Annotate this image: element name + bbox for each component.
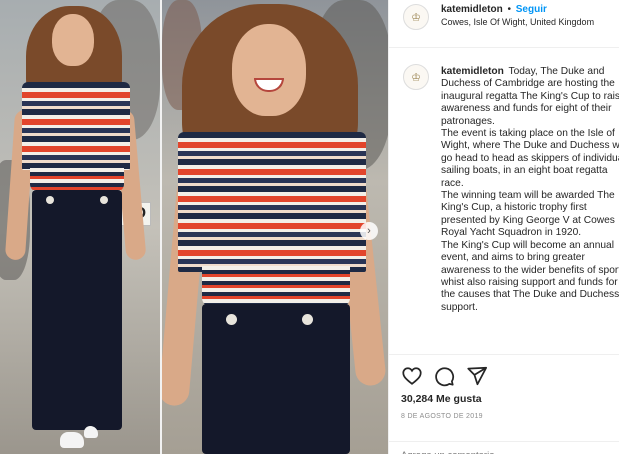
post-sidebar: ♔ katemidleton • Seguir Cowes, Isle Of W… [388,0,619,454]
next-image-button[interactable]: › [360,222,378,240]
caption-text: katemidleton Today, The Duke and Duchess… [441,66,619,314]
caption-paragraph: The event is taking place on the Isle of… [441,128,619,189]
post-header: ♔ katemidleton • Seguir Cowes, Isle Of W… [389,0,619,48]
sneaker [84,426,98,438]
crest-logo-icon[interactable]: ♔ [403,64,429,90]
peplum [30,168,124,192]
trousers [202,304,350,454]
trousers [32,190,122,430]
crest-logo-icon[interactable]: ♔ [403,4,429,30]
comment-area [389,441,619,454]
comment-icon[interactable] [433,365,455,387]
sneaker [60,432,84,448]
face [232,24,306,116]
face [52,14,94,66]
button-detail [46,196,54,204]
post-photo[interactable]: AD L › [0,0,388,454]
send-icon[interactable] [466,365,488,387]
striped-top [178,132,366,272]
photo-left-panel: AD [0,0,160,454]
heart-icon[interactable] [401,365,423,387]
caption-paragraph: The winning team will be awarded The Kin… [441,190,615,239]
header-user-line: katemidleton • Seguir [441,4,547,15]
header-username[interactable]: katemidleton [441,4,503,15]
caption-paragraph: The King's Cup will become an annual eve… [441,239,619,313]
follow-button[interactable]: Seguir [516,4,547,15]
action-bar: 30,284 Me gusta 8 DE AGOSTO DE 2019 [389,354,619,454]
striped-top [22,82,130,170]
separator: • [507,4,511,15]
location-link[interactable]: Cowes, Isle Of Wight, United Kingdom [441,17,594,27]
button-detail [302,314,313,325]
button-detail [100,196,108,204]
comment-input[interactable] [401,450,601,454]
chevron-right-icon: › [367,225,371,237]
like-count[interactable]: 30,284 Me gusta [401,393,482,405]
caption-section: ♔ katemidleton Today, The Duke and Duche… [389,60,619,353]
button-detail [226,314,237,325]
photo-right-panel: L [162,0,388,454]
caption-paragraph: katemidleton Today, The Duke and Duchess… [441,66,619,128]
post-date[interactable]: 8 DE AGOSTO DE 2019 [401,413,483,420]
peplum [202,266,350,306]
caption-username[interactable]: katemidleton [441,66,504,77]
